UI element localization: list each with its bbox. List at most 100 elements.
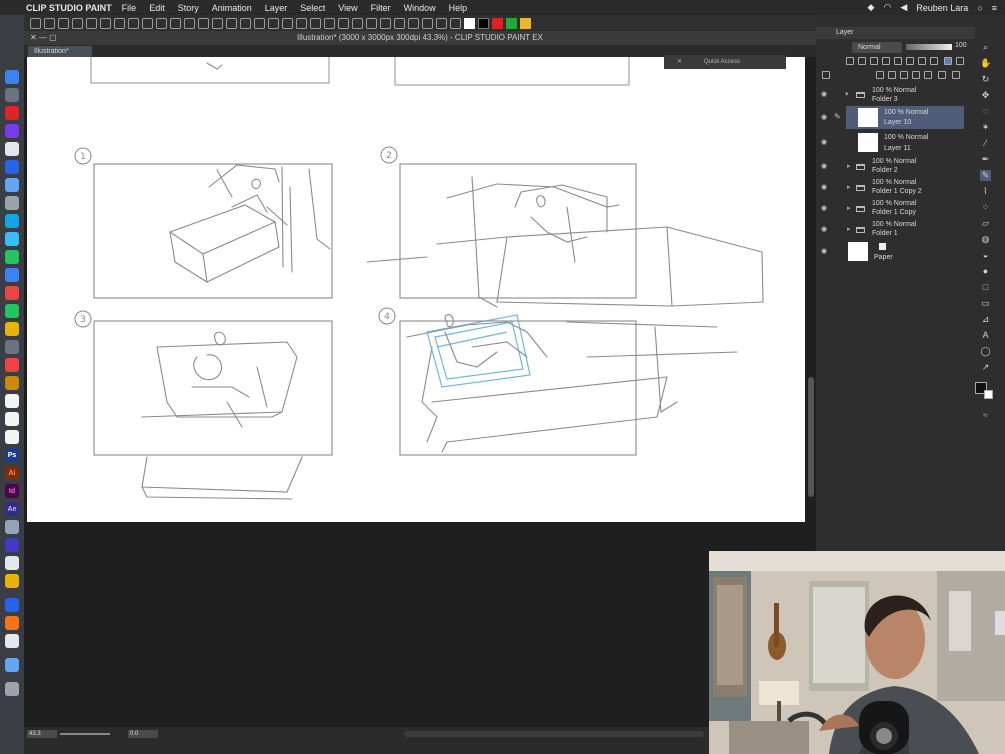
chrome-icon[interactable] [5, 322, 19, 336]
transform-icon[interactable] [114, 17, 125, 29]
app-icon[interactable] [5, 196, 19, 210]
opacity-slider[interactable] [906, 44, 952, 50]
visibility-eye-icon[interactable]: ◉ [821, 184, 830, 191]
skype-icon[interactable] [5, 214, 19, 228]
rotate-icon[interactable]: ↻ [980, 74, 991, 85]
visibility-eye-icon[interactable]: ◉ [821, 113, 827, 121]
illustrator-icon[interactable]: Ai [5, 466, 19, 480]
selection-icon[interactable] [240, 17, 251, 29]
frame-icon[interactable]: ▭ [980, 298, 991, 309]
delete-layer-icon[interactable] [952, 71, 960, 79]
layer-ref-icon[interactable] [882, 57, 890, 65]
layer-view-icon[interactable] [944, 57, 952, 65]
dropbox-icon[interactable]: ◆ [868, 2, 875, 13]
save-icon[interactable] [58, 17, 69, 29]
expand-arrow-icon[interactable]: ▸ [847, 225, 851, 233]
visibility-eye-icon[interactable]: ◉ [821, 163, 830, 170]
app-icon[interactable] [5, 124, 19, 138]
layer-palette-icon[interactable] [930, 57, 938, 65]
new-icon[interactable] [30, 17, 41, 29]
magic-wand-icon[interactable]: ✶ [980, 122, 991, 133]
app-icon[interactable] [5, 340, 19, 354]
after-effects-icon[interactable]: Ae [5, 502, 19, 516]
eyedropper-icon[interactable] [450, 17, 461, 29]
layer-color-icon[interactable] [906, 57, 914, 65]
grid-icon[interactable] [254, 17, 265, 29]
layer-clip-icon[interactable] [870, 57, 878, 65]
eyedropper-icon[interactable]: ⁄ [980, 138, 991, 149]
tab-illustration[interactable]: Illustration* [28, 46, 92, 57]
app-icon[interactable] [5, 538, 19, 552]
layer-icon[interactable] [338, 17, 349, 29]
menu-layer[interactable]: Layer [265, 3, 288, 13]
trash-icon[interactable] [5, 682, 19, 696]
canvas-horizontal-scrollbar[interactable] [404, 731, 704, 737]
close-icon[interactable]: ✕ [677, 55, 682, 69]
blend-mode-select[interactable]: Normal [852, 42, 902, 53]
fill-icon[interactable]: ◒ [980, 250, 991, 261]
airbrush-icon[interactable]: ⁘ [980, 202, 991, 213]
rotate-icon[interactable] [380, 17, 391, 29]
layer-row-folder-2[interactable]: ◉ ▸ 100 % Normal Folder 2 [816, 157, 964, 177]
text-icon[interactable] [310, 17, 321, 29]
opacity-value[interactable]: 100 [955, 42, 967, 49]
color-swatch-red[interactable] [492, 17, 503, 29]
layer-row-folder-3[interactable]: ◉ ▾ 100 % Normal Folder 3 [816, 85, 964, 106]
color-swatch-white[interactable] [464, 17, 475, 29]
menu-filter[interactable]: Filter [371, 3, 391, 13]
zoom-icon[interactable] [408, 17, 419, 29]
calendar-icon[interactable] [5, 142, 19, 156]
safari-icon[interactable] [5, 178, 19, 192]
app-icon[interactable] [5, 430, 19, 444]
eraser-icon[interactable] [212, 17, 223, 29]
menu-file[interactable]: File [122, 3, 137, 13]
shape-icon[interactable] [296, 17, 307, 29]
menu-help[interactable]: Help [449, 3, 468, 13]
frame-icon[interactable] [282, 17, 293, 29]
visibility-eye-icon[interactable]: ◉ [821, 91, 830, 98]
volume-icon[interactable]: ◀ [900, 2, 907, 13]
pencil-icon[interactable]: ✎ [980, 170, 991, 181]
blend-icon[interactable]: ◍ [980, 234, 991, 245]
pen-icon[interactable]: ✒ [980, 154, 991, 165]
menu-story[interactable]: Story [178, 3, 199, 13]
launchpad-icon[interactable] [5, 88, 19, 102]
copy-layer-icon[interactable] [938, 71, 946, 79]
layer-property-icon[interactable] [846, 57, 854, 65]
canvas-vertical-scrollbar[interactable] [806, 57, 816, 550]
sub-color-swatch[interactable] [984, 390, 993, 399]
ruler-icon[interactable] [156, 17, 167, 29]
color-swatch-black[interactable] [478, 17, 489, 29]
photoshop-icon[interactable]: Ps [5, 448, 19, 462]
settings-icon[interactable] [352, 17, 363, 29]
lasso-icon[interactable]: ◌ [980, 106, 991, 117]
indesign-icon[interactable]: Id [5, 484, 19, 498]
layer-panel-header[interactable]: Layer [816, 27, 975, 39]
expand-arrow-icon[interactable]: ▸ [847, 162, 851, 170]
user-name[interactable]: Reuben Lara [916, 3, 968, 13]
search-icon[interactable]: ○ [977, 3, 982, 13]
app-store-icon[interactable] [5, 160, 19, 174]
layer-row-layer-10[interactable]: 100 % Normal Layer 10 [846, 106, 964, 129]
app-icon[interactable] [5, 520, 19, 534]
snap-icon[interactable] [142, 17, 153, 29]
app-icon[interactable] [5, 358, 19, 372]
app-icon[interactable] [5, 412, 19, 426]
layer-mask-icon[interactable] [894, 57, 902, 65]
app-icon[interactable] [5, 394, 19, 408]
canvas-area[interactable]: 1 2 3 4 [24, 46, 806, 727]
layer-row-folder-1-copy-2[interactable]: ◉ ▸ 100 % Normal Folder 1 Copy 2 [816, 178, 964, 198]
layer-row-folder-1-copy[interactable]: ◉ ▸ 100 % Normal Folder 1 Copy [816, 199, 964, 219]
canvas-paper[interactable]: 1 2 3 4 [27, 46, 805, 522]
menu-edit[interactable]: Edit [149, 3, 165, 13]
color-icon[interactable] [436, 17, 447, 29]
zoom-icon[interactable]: ⌕ [980, 42, 991, 53]
rotation-field[interactable]: 0.0 [128, 730, 158, 738]
app-icon[interactable] [5, 286, 19, 300]
app-icon[interactable] [5, 106, 19, 120]
app-icon[interactable] [5, 556, 19, 570]
whatsapp-icon[interactable] [5, 250, 19, 264]
hand-icon[interactable] [422, 17, 433, 29]
visibility-eye-icon[interactable]: ◉ [821, 248, 830, 255]
hand-icon[interactable]: ✋ [980, 58, 991, 69]
